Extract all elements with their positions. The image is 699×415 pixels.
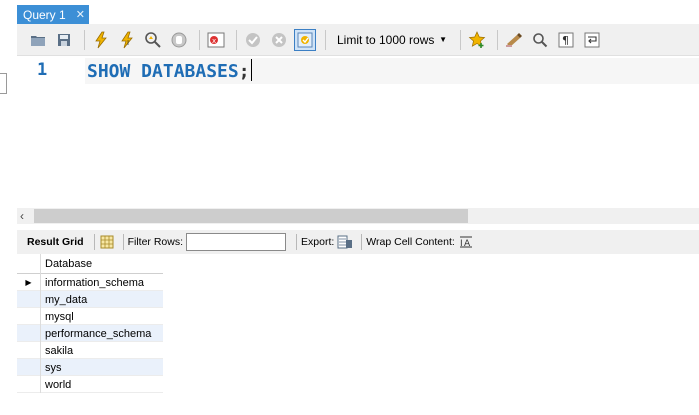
- chevron-left-icon[interactable]: ‹: [20, 209, 24, 223]
- table-cell[interactable]: information_schema: [41, 274, 163, 291]
- toolbar-separator: [236, 29, 237, 50]
- limit-rows-value: Limit to 1000 rows: [337, 32, 435, 47]
- execute-icon[interactable]: [90, 29, 112, 51]
- sql-keyword: SHOW DATABASES: [87, 61, 239, 82]
- table-row[interactable]: ▶ information_schema: [17, 274, 163, 291]
- explain-icon[interactable]: [142, 29, 164, 51]
- grid-header-row: Database: [17, 254, 163, 274]
- svg-text:x: x: [212, 37, 216, 45]
- table-row[interactable]: world: [17, 376, 163, 393]
- result-separator: [296, 234, 298, 250]
- line-number: 1: [37, 60, 48, 80]
- limit-rows-select[interactable]: Limit to 1000 rows ▼: [331, 30, 451, 50]
- execute-current-icon[interactable]: I: [116, 29, 138, 51]
- row-header: [17, 376, 41, 393]
- export-icon[interactable]: [337, 234, 353, 250]
- left-panel-handle[interactable]: [0, 73, 7, 94]
- toggle-error-icon[interactable]: x: [205, 29, 227, 51]
- table-cell[interactable]: sys: [41, 359, 163, 376]
- table-row[interactable]: mysql: [17, 308, 163, 325]
- close-icon[interactable]: ✕: [76, 8, 85, 21]
- table-cell[interactable]: world: [41, 376, 163, 393]
- column-header-database[interactable]: Database: [41, 254, 163, 274]
- table-row[interactable]: sakila: [17, 342, 163, 359]
- sql-code-line[interactable]: SHOW DATABASES;: [87, 59, 252, 82]
- row-header: [17, 325, 41, 342]
- workbench-window: Query 1 ✕ I x Limit to 1000 rows ▼ ¶ 1 S…: [0, 0, 699, 415]
- tab-query-1[interactable]: Query 1 ✕: [17, 5, 89, 24]
- row-header: [17, 359, 41, 376]
- table-row[interactable]: my_data: [17, 291, 163, 308]
- result-separator: [93, 234, 95, 250]
- toolbar-separator: [497, 29, 498, 50]
- svg-text:I: I: [127, 39, 129, 47]
- table-row[interactable]: performance_schema: [17, 325, 163, 342]
- toolbar-separator: [460, 29, 461, 50]
- tab-bar: Query 1 ✕: [0, 0, 699, 24]
- wrap-cell-label: Wrap Cell Content:: [366, 236, 455, 248]
- toolbar-separator: [199, 29, 200, 50]
- table-cell[interactable]: mysql: [41, 308, 163, 325]
- stop-icon[interactable]: [168, 29, 190, 51]
- chevron-down-icon: ▼: [439, 35, 447, 44]
- autocommit-icon[interactable]: [294, 28, 316, 51]
- filter-rows-input[interactable]: [186, 233, 287, 251]
- wrap-cell-icon[interactable]: IA: [458, 234, 474, 250]
- table-cell[interactable]: sakila: [41, 342, 163, 359]
- current-row-icon: ▶: [17, 274, 41, 291]
- find-icon[interactable]: [529, 29, 551, 51]
- table-cell[interactable]: performance_schema: [41, 325, 163, 342]
- bookmark-icon[interactable]: [466, 29, 488, 51]
- sql-editor[interactable]: 1 SHOW DATABASES;: [17, 56, 699, 208]
- grid-icon[interactable]: [99, 234, 115, 250]
- wrap-icon[interactable]: [581, 29, 603, 51]
- svg-text:A: A: [464, 239, 471, 249]
- row-header: [17, 291, 41, 308]
- save-icon[interactable]: [53, 29, 75, 51]
- result-grid: Database ▶ information_schema my_data my…: [17, 254, 163, 393]
- svg-text:I: I: [460, 239, 463, 249]
- horizontal-scrollbar[interactable]: ‹: [17, 208, 699, 224]
- table-cell[interactable]: my_data: [41, 291, 163, 308]
- line-gutter: 1: [17, 56, 79, 208]
- commit-icon[interactable]: [242, 29, 264, 51]
- invisible-chars-icon[interactable]: ¶: [555, 29, 577, 51]
- row-header-corner: [17, 254, 41, 274]
- sql-semicolon: ;: [238, 61, 250, 82]
- row-header: [17, 342, 41, 359]
- filter-rows-label: Filter Rows:: [127, 236, 184, 248]
- result-grid-label[interactable]: Result Grid: [27, 236, 84, 248]
- text-cursor: [250, 59, 252, 81]
- open-folder-icon[interactable]: [27, 29, 49, 51]
- scrollbar-thumb[interactable]: [34, 209, 468, 223]
- beautify-icon[interactable]: [503, 29, 525, 51]
- left-strip: [0, 24, 17, 415]
- result-separator: [361, 234, 363, 250]
- export-label: Export:: [301, 236, 335, 248]
- table-row[interactable]: sys: [17, 359, 163, 376]
- row-header: [17, 308, 41, 325]
- toolbar-separator: [84, 29, 85, 50]
- svg-text:¶: ¶: [562, 34, 569, 47]
- result-separator: [122, 234, 124, 250]
- result-toolbar: Result Grid Filter Rows: Export: Wrap Ce…: [17, 230, 699, 254]
- sql-toolbar: I x Limit to 1000 rows ▼ ¶: [17, 24, 699, 56]
- rollback-icon[interactable]: [268, 29, 290, 51]
- tab-title: Query 1: [23, 7, 66, 22]
- toolbar-separator: [325, 29, 326, 50]
